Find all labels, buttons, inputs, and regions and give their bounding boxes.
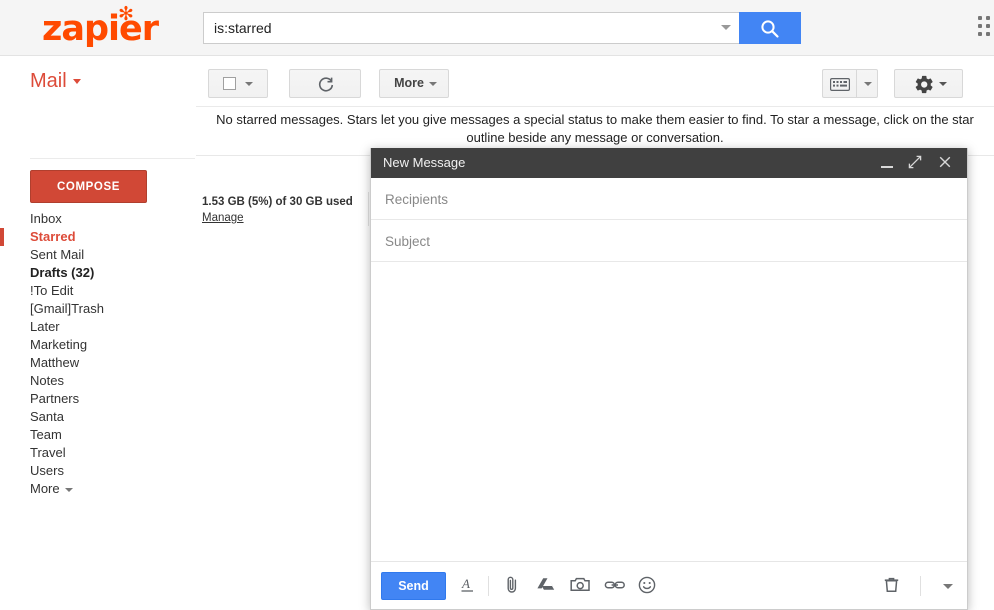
- manage-storage-link[interactable]: Manage: [202, 211, 244, 226]
- more-actions-label: More: [394, 76, 424, 90]
- more-options-chevron-down-icon[interactable]: [943, 584, 953, 589]
- more-actions-dropdown[interactable]: More: [379, 69, 449, 98]
- mail-menu-dropdown[interactable]: Mail: [30, 70, 81, 93]
- chevron-down-icon[interactable]: [64, 487, 73, 492]
- storage-info: 1.53 GB (5%) of 30 GB used Manage: [202, 195, 353, 226]
- refresh-icon: [318, 77, 334, 92]
- sidebar-item-matthew[interactable]: Matthew: [0, 354, 196, 372]
- search-button[interactable]: [739, 12, 801, 44]
- subject-input[interactable]: [383, 220, 955, 262]
- input-tools-dropdown[interactable]: [856, 69, 878, 98]
- trash-icon[interactable]: [883, 575, 905, 597]
- gmail-app-window: zapier ✻ is:starred More Mail COMPOSE In…: [0, 0, 994, 610]
- toolbar-separator: [488, 576, 489, 596]
- subject-field-row[interactable]: [371, 220, 967, 262]
- chevron-down-icon[interactable]: [864, 82, 872, 86]
- chevron-down-icon[interactable]: [245, 82, 253, 86]
- sidebar-item-label: Matthew: [30, 355, 80, 370]
- google-drive-icon[interactable]: [536, 575, 558, 597]
- apps-grid-icon[interactable]: [978, 16, 994, 40]
- search-input[interactable]: [204, 13, 704, 43]
- search-area: [203, 12, 801, 44]
- sidebar-item-label: !To Edit: [30, 283, 74, 298]
- sidebar-item-marketing[interactable]: Marketing: [0, 336, 196, 354]
- message-body-input[interactable]: [371, 262, 967, 566]
- sidebar-item-team[interactable]: Team: [0, 426, 196, 444]
- compose-header[interactable]: New Message: [371, 148, 967, 178]
- sidebar-item-starred[interactable]: Starred: [0, 228, 196, 246]
- sidebar: Mail COMPOSE Inbox Starred Sent Mail Dra…: [0, 56, 196, 610]
- search-options-chevron-down-icon[interactable]: [721, 25, 731, 30]
- search-box[interactable]: [203, 12, 739, 44]
- sidebar-item-label: Travel: [30, 445, 66, 460]
- sidebar-item-inbox[interactable]: Inbox: [0, 210, 196, 228]
- minimize-icon[interactable]: [877, 154, 897, 172]
- compose-title: New Message: [383, 155, 466, 170]
- storage-used-text: 1.53 GB (5%) of 30 GB used: [202, 196, 353, 208]
- recipients-field-row[interactable]: [371, 178, 967, 220]
- chevron-down-icon[interactable]: [72, 79, 81, 85]
- sidebar-divider: [30, 158, 195, 159]
- sidebar-item-notes[interactable]: Notes: [0, 372, 196, 390]
- close-icon[interactable]: [937, 154, 957, 172]
- sidebar-item-label: Inbox: [30, 211, 62, 226]
- sidebar-item-santa[interactable]: Santa: [0, 408, 196, 426]
- sidebar-item-partners[interactable]: Partners: [0, 390, 196, 408]
- search-icon: [761, 20, 779, 38]
- send-button[interactable]: Send: [381, 572, 446, 600]
- empty-state-message: No starred messages. Stars let you give …: [216, 112, 974, 145]
- compose-window: New Message Recipients Subject Send A: [370, 148, 968, 610]
- refresh-button[interactable]: [289, 69, 361, 98]
- format-text-icon[interactable]: A: [459, 575, 481, 597]
- toolbar-separator: [920, 576, 921, 596]
- camera-icon[interactable]: [570, 575, 592, 597]
- sidebar-item-label: Notes: [30, 373, 64, 388]
- chevron-down-icon[interactable]: [429, 82, 437, 86]
- mail-menu-label: Mail: [30, 70, 67, 92]
- select-all-checkbox[interactable]: [223, 77, 236, 90]
- settings-dropdown[interactable]: [894, 69, 963, 98]
- sidebar-item-gmail-trash[interactable]: [Gmail]Trash: [0, 300, 196, 318]
- compose-footer-toolbar: Send A: [371, 561, 967, 609]
- sidebar-item-label: Sent Mail: [30, 247, 85, 262]
- svg-text:A: A: [461, 576, 470, 591]
- sidebar-item-travel[interactable]: Travel: [0, 444, 196, 462]
- app-header: zapier ✻: [0, 0, 994, 56]
- compose-button[interactable]: COMPOSE: [30, 170, 147, 203]
- sidebar-item-label: Marketing: [30, 337, 88, 352]
- sidebar-item-to-edit[interactable]: !To Edit: [0, 282, 196, 300]
- sidebar-item-drafts[interactable]: Drafts (32): [0, 264, 196, 282]
- input-tools-button[interactable]: [822, 69, 856, 98]
- sidebar-item-more[interactable]: More: [0, 480, 196, 498]
- sidebar-item-later[interactable]: Later: [0, 318, 196, 336]
- zapier-starburst-icon: ✻: [118, 3, 134, 25]
- sidebar-item-label: [Gmail]Trash: [30, 301, 104, 316]
- sidebar-item-users[interactable]: Users: [0, 462, 196, 480]
- emoji-icon[interactable]: [637, 575, 659, 597]
- zapier-logo[interactable]: zapier ✻: [42, 3, 172, 50]
- active-indicator: [0, 228, 4, 246]
- select-all-dropdown[interactable]: [208, 69, 268, 98]
- sidebar-item-sent-mail[interactable]: Sent Mail: [0, 246, 196, 264]
- logo-wordmark: zapier: [42, 9, 159, 49]
- sidebar-label-list: Inbox Starred Sent Mail Drafts (32) !To …: [0, 210, 196, 498]
- keyboard-icon: [830, 78, 850, 91]
- gear-icon: [915, 75, 933, 94]
- sidebar-item-label: Partners: [30, 391, 80, 406]
- sidebar-item-label: Team: [30, 427, 62, 442]
- sidebar-item-label: Santa: [30, 409, 64, 424]
- sidebar-item-label: Drafts (32): [30, 265, 95, 280]
- link-icon[interactable]: [604, 575, 626, 597]
- sidebar-item-label: Later: [30, 319, 60, 334]
- sidebar-item-label: Starred: [30, 229, 76, 244]
- sidebar-item-label: More: [30, 481, 60, 496]
- paperclip-icon[interactable]: [503, 575, 525, 597]
- expand-icon[interactable]: [907, 154, 927, 172]
- sidebar-item-label: Users: [30, 463, 64, 478]
- chevron-down-icon[interactable]: [939, 82, 947, 86]
- recipients-input[interactable]: [383, 178, 955, 220]
- footer-separator: [368, 192, 369, 226]
